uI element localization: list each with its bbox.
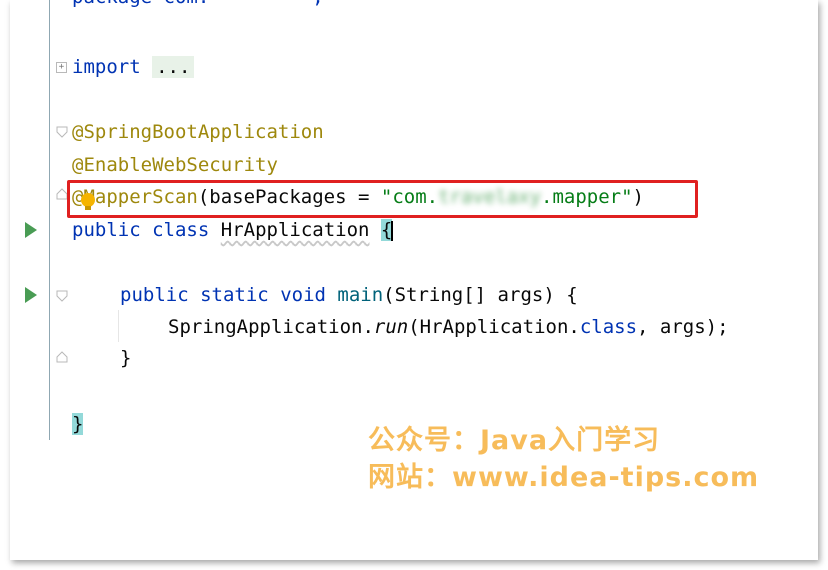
code-line-springbootapplication[interactable]: @SpringBootApplication (72, 117, 324, 147)
fold-up-icon[interactable] (56, 351, 68, 363)
code-line-class-decl[interactable]: public class HrApplication { (72, 215, 394, 245)
kw-public: public (72, 219, 141, 241)
text-cursor (391, 220, 394, 241)
method-params: (String[] args) { (383, 284, 578, 306)
code-line-import[interactable]: import ... (72, 52, 195, 82)
run-gutter-icon[interactable] (25, 287, 37, 303)
code-line-class-close[interactable]: } (72, 409, 84, 439)
run-method: run (373, 316, 409, 338)
fold-down-icon[interactable] (56, 126, 68, 138)
code-line-package-partial: package com. ; (72, 0, 324, 12)
code-line-main-decl[interactable]: public static void main(String[] args) { (120, 280, 578, 310)
kw-class: class (579, 316, 638, 338)
editor-gutter[interactable] (10, 0, 62, 560)
code-line-enablewebsecurity[interactable]: @EnableWebSecurity (72, 150, 278, 180)
kw-void: void (280, 284, 326, 306)
editor-window: package com. ; + import ... @SpringBootA… (10, 0, 818, 560)
kw-static: static (200, 284, 269, 306)
run-gutter-icon[interactable] (25, 222, 37, 238)
code-line-method-close[interactable]: } (120, 343, 131, 373)
import-keyword: import (72, 56, 141, 78)
watermark-line-1: 公众号：Java入门学习 (368, 425, 661, 456)
watermark-line-2: 网站：www.idea-tips.com (368, 462, 760, 493)
folded-imports[interactable]: ... (152, 56, 195, 78)
run-receiver: SpringApplication. (168, 316, 374, 338)
highlight-annotation-box (67, 180, 698, 218)
indent-guide (118, 310, 119, 342)
fold-down-icon[interactable] (56, 290, 68, 302)
run-args-start: (HrApplication. (408, 316, 580, 338)
gutter-separator (49, 0, 50, 440)
kw-class: class (152, 219, 210, 241)
kw-public: public (120, 284, 189, 306)
code-line-run-stmt[interactable]: SpringApplication.run(HrApplication.clas… (168, 312, 729, 342)
class-name[interactable]: HrApplication (221, 219, 370, 241)
method-name: main (337, 284, 384, 306)
matched-brace: } (72, 413, 84, 435)
fold-plus-icon[interactable]: + (56, 62, 67, 73)
run-args-end: , args); (637, 316, 729, 338)
